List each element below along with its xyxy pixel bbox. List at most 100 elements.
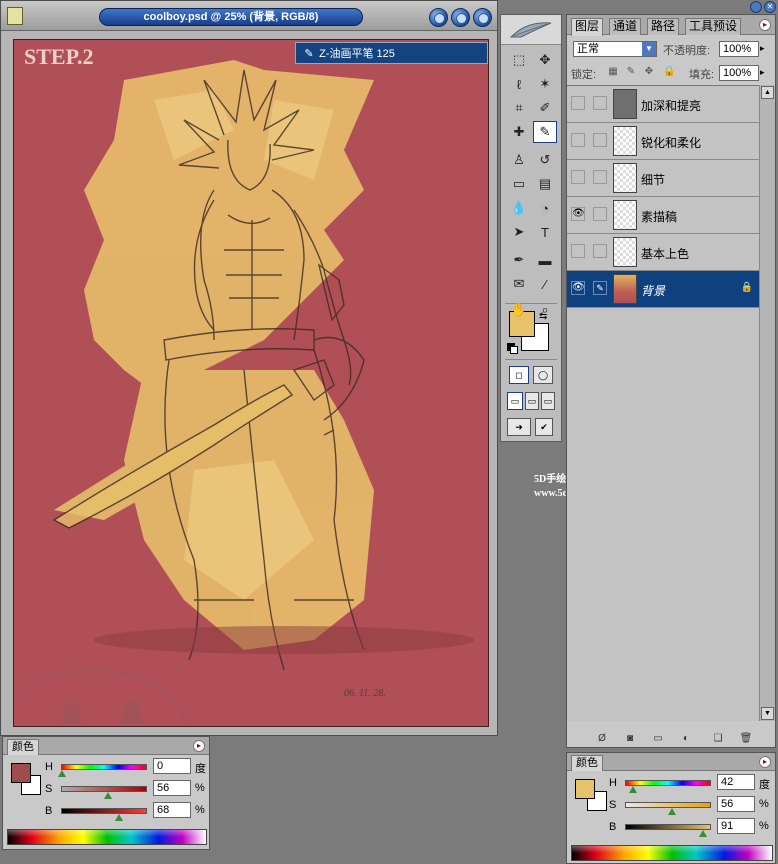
gradient-icon[interactable]: ▤ <box>533 173 557 195</box>
move-tool-icon[interactable]: ✥ <box>533 49 557 71</box>
jump-to-imageready-button[interactable]: ➜ <box>507 418 531 436</box>
layer-thumbnail[interactable] <box>613 89 637 119</box>
blur-icon[interactable]: 💧 <box>507 197 531 219</box>
panel-close-button[interactable]: ✕ <box>764 1 776 13</box>
close-button[interactable] <box>473 8 492 27</box>
slice-tool-icon[interactable]: ✐ <box>533 97 557 119</box>
lock-all-icon[interactable]: 🔒 <box>663 66 675 78</box>
delete-layer-icon[interactable]: 🗑 <box>739 733 753 745</box>
standard-mode-button[interactable]: ◻ <box>509 366 529 384</box>
pen-tool-icon[interactable]: ✒ <box>507 249 531 271</box>
layer-row[interactable]: 👁 素描稿 <box>567 197 759 234</box>
screen-mode-standard-button[interactable]: ▭ <box>507 392 523 410</box>
hue-slider[interactable] <box>61 764 147 770</box>
crop-tool-icon[interactable]: ⌗ <box>507 97 531 119</box>
brightness-slider-thumb[interactable] <box>699 830 707 837</box>
tab-paths[interactable]: 路径 <box>647 18 680 35</box>
panel-menu-arrow-icon[interactable]: ▸ <box>759 756 771 768</box>
lock-image-icon[interactable]: ✎ <box>625 66 637 78</box>
screen-mode-full-button[interactable]: ▭ <box>541 392 555 410</box>
layer-list-scrollbar[interactable]: ▲ ▼ <box>759 85 775 721</box>
saturation-value-field[interactable]: 56 <box>153 780 191 796</box>
brightness-slider[interactable] <box>61 808 147 814</box>
document-app-icon[interactable] <box>7 7 23 25</box>
lasso-tool-icon[interactable]: ℓ <box>507 73 531 95</box>
brightness-value-field[interactable]: 91 <box>717 818 755 834</box>
toolbox-header[interactable] <box>501 15 561 45</box>
layer-visibility-icon[interactable] <box>571 244 585 258</box>
dodge-icon[interactable]: ◔ <box>533 197 557 219</box>
opacity-slider-arrow-icon[interactable]: ▸ <box>760 43 765 54</box>
layer-visibility-icon[interactable]: 👁 <box>571 281 585 295</box>
type-tool-icon[interactable]: T <box>533 221 557 243</box>
brightness-value-field[interactable]: 68 <box>153 802 191 818</box>
layer-link-icon[interactable] <box>593 96 607 110</box>
clone-stamp-icon[interactable]: ♙ <box>507 149 531 171</box>
layer-link-icon[interactable] <box>593 133 607 147</box>
edit-in-imageready-icon[interactable]: ✔ <box>535 418 553 436</box>
lock-position-icon[interactable]: ✥ <box>643 66 655 78</box>
layer-link-icon[interactable] <box>593 244 607 258</box>
layer-link-icon[interactable]: ✎ <box>593 281 607 295</box>
shape-tool-icon[interactable]: ▬ <box>533 249 557 271</box>
maximize-button[interactable] <box>451 8 470 27</box>
foreground-color-swatch[interactable] <box>11 763 31 783</box>
layer-link-icon[interactable] <box>593 170 607 184</box>
adjustment-layer-icon[interactable]: ◐ <box>679 733 693 745</box>
hand-tool-icon[interactable]: ✋ <box>507 299 531 321</box>
layer-row[interactable]: 基本上色 <box>567 234 759 271</box>
zoom-tool-icon[interactable]: ⌕ <box>533 299 557 321</box>
screen-mode-menu-button[interactable]: ▭ <box>525 392 539 410</box>
document-titlebar[interactable]: coolboy.psd @ 25% (背景, RGB/8) <box>1 1 497 31</box>
history-brush-icon[interactable]: ↺ <box>533 149 557 171</box>
color-spectrum-bar[interactable] <box>571 845 773 861</box>
opacity-field[interactable]: 100% <box>719 41 759 57</box>
default-colors-icon[interactable] <box>507 343 518 354</box>
layer-visibility-icon[interactable] <box>571 170 585 184</box>
layer-row[interactable]: 👁 ✎ 背景 🔒 <box>567 271 759 308</box>
healing-brush-icon[interactable]: ✚ <box>507 121 531 143</box>
blend-mode-select[interactable]: 正常 ▼ <box>573 41 657 57</box>
new-layer-icon[interactable]: ❏ <box>711 733 725 745</box>
foreground-color-swatch[interactable] <box>575 779 595 799</box>
scroll-up-icon[interactable]: ▲ <box>761 86 774 99</box>
panel-minimize-button[interactable] <box>750 1 762 13</box>
new-group-icon[interactable]: ▭ <box>651 733 665 745</box>
tab-layers[interactable]: 图层 <box>571 18 604 36</box>
quick-mask-button[interactable]: ◯ <box>533 366 553 384</box>
panel-menu-arrow-icon[interactable]: ▸ <box>759 19 771 31</box>
fill-slider-arrow-icon[interactable]: ▸ <box>760 67 765 78</box>
layer-visibility-icon[interactable]: 👁 <box>571 207 585 221</box>
tab-channels[interactable]: 通道 <box>609 18 642 35</box>
hue-slider-thumb[interactable] <box>629 786 637 793</box>
layer-row[interactable]: 加深和提亮 <box>567 86 759 123</box>
brightness-slider-thumb[interactable] <box>115 814 123 821</box>
layer-style-icon[interactable]: Ø <box>595 733 609 745</box>
feather-logo-icon[interactable] <box>507 19 555 41</box>
layer-row[interactable]: 细节 <box>567 160 759 197</box>
image-canvas[interactable]: STEP.2 ✎ Z-油画平笔 125 06. 11. 28. <box>13 39 489 727</box>
layer-visibility-icon[interactable] <box>571 96 585 110</box>
layer-row[interactable]: 锐化和柔化 <box>567 123 759 160</box>
tab-color[interactable]: 颜色 <box>571 755 603 771</box>
hue-value-field[interactable]: 42 <box>717 774 755 790</box>
saturation-value-field[interactable]: 56 <box>717 796 755 812</box>
brush-tool-icon[interactable]: ✎ <box>533 121 557 143</box>
marquee-tool-icon[interactable]: ⬚ <box>507 49 531 71</box>
layer-thumbnail[interactable] <box>613 237 637 267</box>
chevron-down-icon[interactable]: ▼ <box>642 42 656 56</box>
hue-value-field[interactable]: 0 <box>153 758 191 774</box>
tab-tool-presets[interactable]: 工具预设 <box>685 18 742 35</box>
panel-menu-arrow-icon[interactable]: ▸ <box>193 740 205 752</box>
layer-thumbnail[interactable] <box>613 163 637 193</box>
layer-link-icon[interactable] <box>593 207 607 221</box>
layer-thumbnail[interactable] <box>613 126 637 156</box>
fill-field[interactable]: 100% <box>719 65 759 81</box>
hue-slider[interactable] <box>625 780 711 786</box>
hue-slider-thumb[interactable] <box>58 770 66 777</box>
color-spectrum-bar[interactable] <box>7 829 207 845</box>
saturation-slider-thumb[interactable] <box>668 808 676 815</box>
eraser-icon[interactable]: ▭ <box>507 173 531 195</box>
notes-icon[interactable]: ✉ <box>507 273 531 295</box>
magic-wand-icon[interactable]: ✶ <box>533 73 557 95</box>
